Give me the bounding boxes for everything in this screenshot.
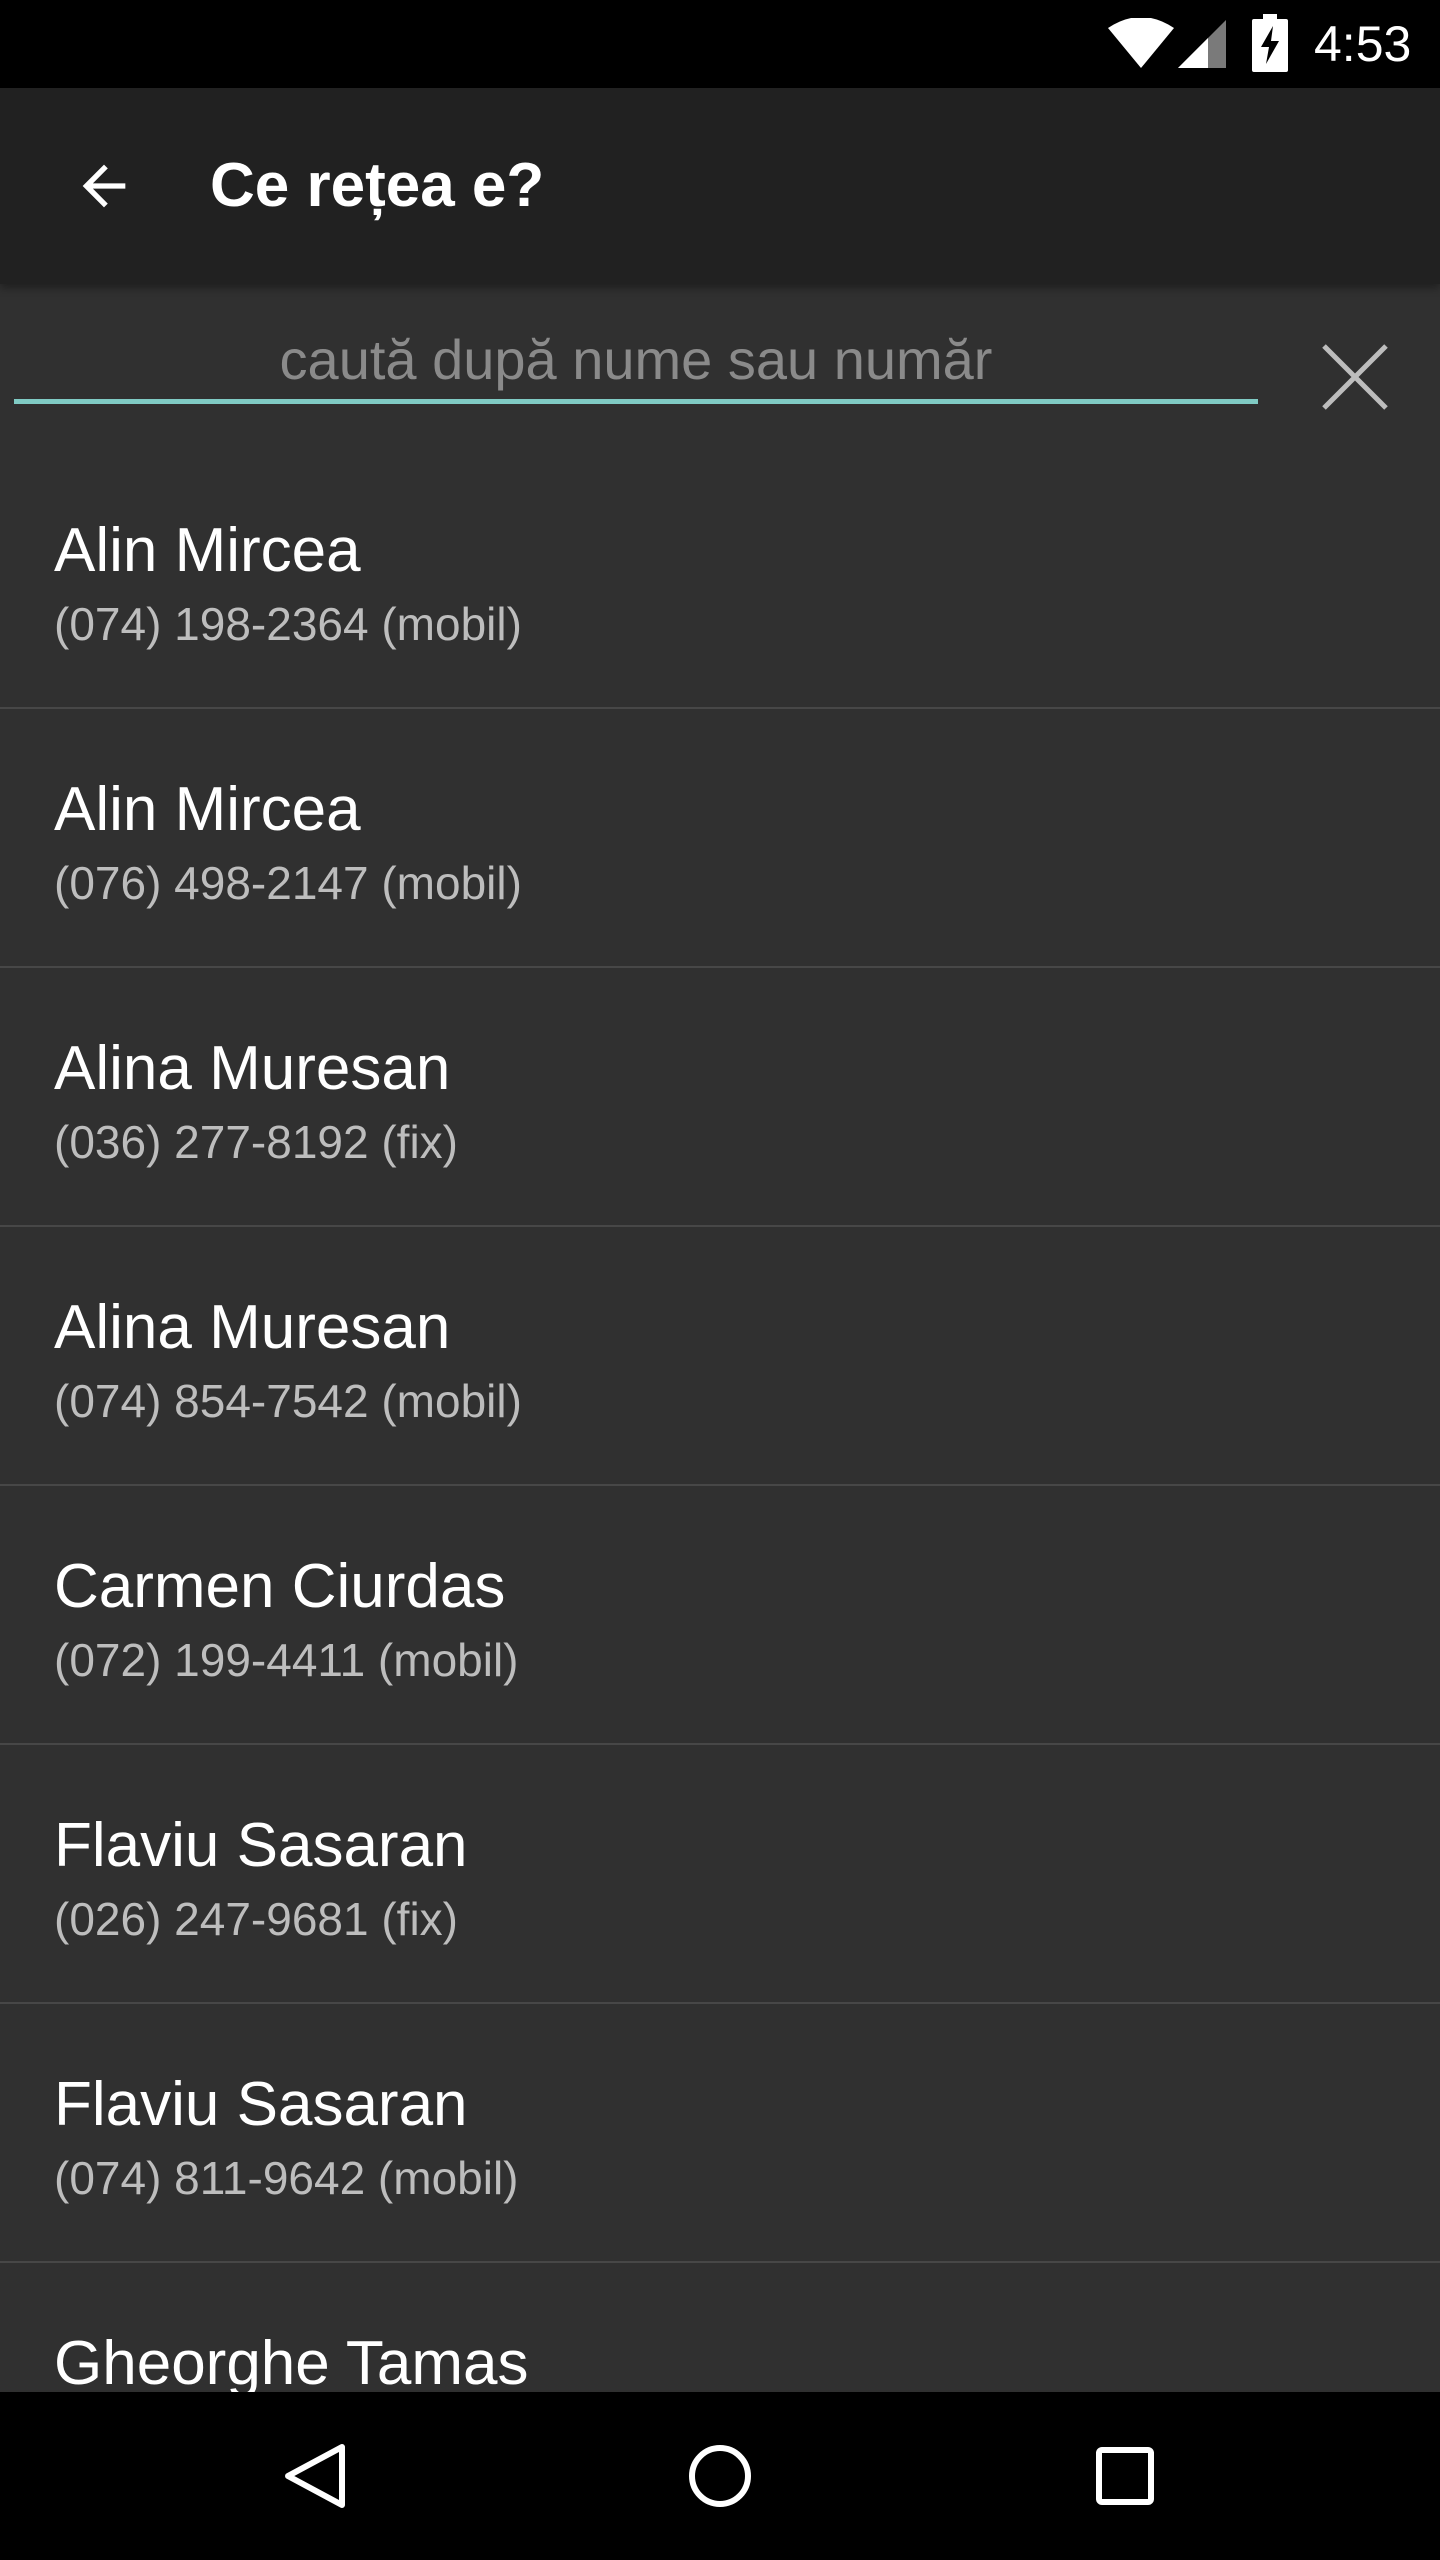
contact-item[interactable]: Alina Muresan (036) 277-8192 (fix) bbox=[0, 968, 1440, 1227]
contact-name: Flaviu Sasaran bbox=[54, 1811, 468, 1880]
contact-phone: (074) 198-2364 (mobil) bbox=[54, 598, 522, 650]
contact-item[interactable]: Flaviu Sasaran (026) 247-9681 (fix) bbox=[0, 1745, 1440, 2004]
contact-name: Alin Mircea bbox=[54, 516, 361, 585]
contact-name: Flaviu Sasaran bbox=[54, 2070, 468, 2139]
search-bar bbox=[0, 284, 1440, 444]
contact-phone: (074) 811-9642 (mobil) bbox=[54, 2152, 519, 2204]
app-bar: Ce rețea e? bbox=[0, 88, 1440, 284]
screen: 4:53 Ce rețea e? Alin Mircea (074) 198-2… bbox=[0, 0, 1440, 2560]
signal-icon bbox=[1178, 20, 1226, 68]
nav-recents-icon bbox=[1096, 2447, 1154, 2505]
contact-phone: (072) 199-4411 (mobil) bbox=[54, 1634, 519, 1686]
page-title: Ce rețea e? bbox=[210, 151, 545, 220]
contact-name: Gheorghe Tamas bbox=[54, 2329, 529, 2392]
close-icon bbox=[1322, 344, 1388, 410]
wifi-icon bbox=[1108, 18, 1174, 68]
contact-name: Alina Muresan bbox=[54, 1034, 451, 1103]
battery-charging-icon bbox=[1252, 14, 1288, 72]
contact-item[interactable]: Flaviu Sasaran (074) 811-9642 (mobil) bbox=[0, 2004, 1440, 2263]
contact-list: Alin Mircea (074) 198-2364 (mobil) Alin … bbox=[0, 450, 1440, 2392]
status-bar: 4:53 bbox=[0, 0, 1440, 88]
contact-name: Alina Muresan bbox=[54, 1293, 451, 1362]
nav-home-icon bbox=[689, 2445, 751, 2507]
contact-item[interactable]: Carmen Ciurdas (072) 199-4411 (mobil) bbox=[0, 1486, 1440, 1745]
contact-phone: (036) 277-8192 (fix) bbox=[54, 1116, 458, 1168]
contact-item[interactable]: Alin Mircea (076) 498-2147 (mobil) bbox=[0, 709, 1440, 968]
contact-item[interactable]: Alin Mircea (074) 198-2364 (mobil) bbox=[0, 450, 1440, 709]
contact-item[interactable]: Gheorghe Tamas bbox=[0, 2263, 1440, 2392]
contact-phone: (074) 854-7542 (mobil) bbox=[54, 1375, 522, 1427]
contact-name: Alin Mircea bbox=[54, 775, 361, 844]
arrow-left-icon bbox=[82, 164, 126, 208]
navigation-bar bbox=[0, 2392, 1440, 2560]
status-time: 4:53 bbox=[1314, 16, 1412, 72]
contact-phone: (026) 247-9681 (fix) bbox=[54, 1893, 458, 1945]
back-button[interactable] bbox=[52, 134, 156, 238]
contact-item[interactable]: Alina Muresan (074) 854-7542 (mobil) bbox=[0, 1227, 1440, 1486]
nav-recents-button[interactable] bbox=[1050, 2416, 1200, 2536]
contact-name: Carmen Ciurdas bbox=[54, 1552, 506, 1621]
nav-home-button[interactable] bbox=[645, 2416, 795, 2536]
clear-search-button[interactable] bbox=[1300, 322, 1410, 432]
contact-phone: (076) 498-2147 (mobil) bbox=[54, 857, 522, 909]
nav-back-icon bbox=[285, 2444, 345, 2508]
nav-back-button[interactable] bbox=[240, 2416, 390, 2536]
search-input[interactable] bbox=[14, 320, 1258, 404]
